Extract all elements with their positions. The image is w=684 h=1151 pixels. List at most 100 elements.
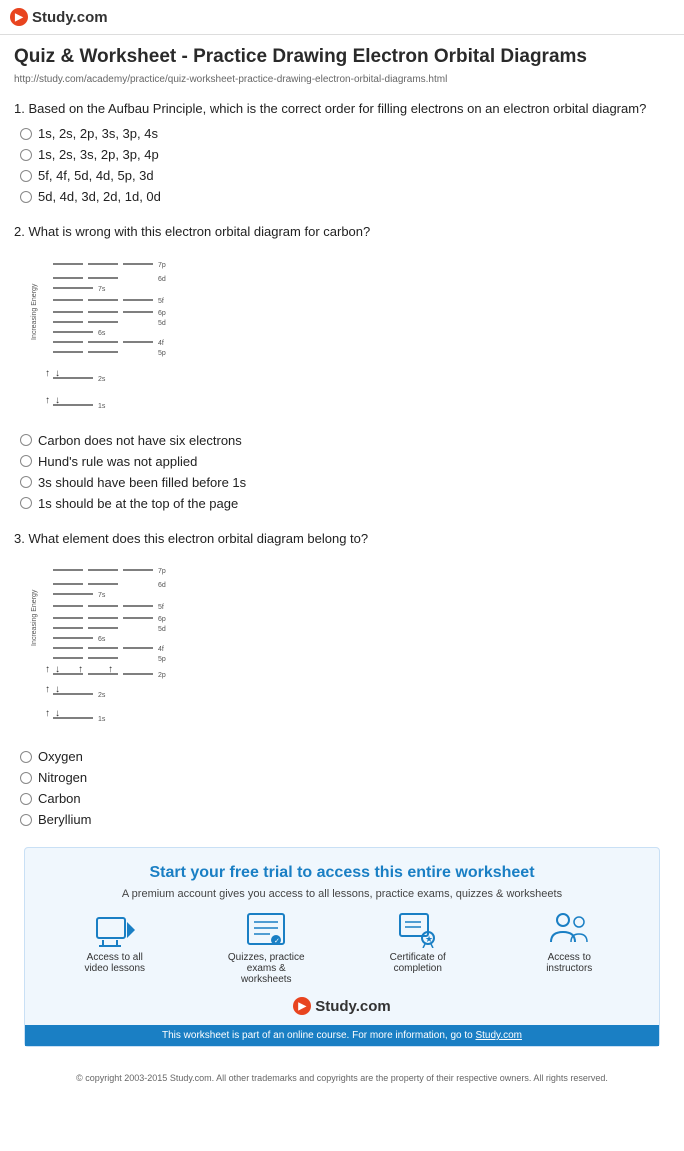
radio-button[interactable] xyxy=(20,751,32,763)
svg-text:4f: 4f xyxy=(158,646,164,653)
logo-icon: ▶ xyxy=(10,8,28,26)
svg-text:↓: ↓ xyxy=(55,395,60,406)
radio-button[interactable] xyxy=(20,793,32,805)
svg-text:↑: ↑ xyxy=(45,395,50,406)
oxygen-orbital-diagram: Increasing Energy 7p 6d 7s 5f xyxy=(28,556,228,741)
banner-text: This worksheet is part of an online cour… xyxy=(162,1030,473,1041)
promo-banner: This worksheet is part of an online cour… xyxy=(25,1025,659,1046)
promo-logo-icon: ▶ xyxy=(293,997,311,1015)
list-item[interactable]: Carbon does not have six electrons xyxy=(20,433,670,448)
question-1-number: 1. xyxy=(14,101,28,116)
option-label: Oxygen xyxy=(38,749,83,764)
svg-text:7p: 7p xyxy=(158,262,166,269)
radio-button[interactable] xyxy=(20,455,32,467)
logo-text: Study.com xyxy=(32,9,108,26)
svg-text:1s: 1s xyxy=(98,403,106,410)
question-1-text: 1. Based on the Aufbau Principle, which … xyxy=(14,99,670,119)
option-label: Hund's rule was not applied xyxy=(38,454,197,469)
option-label: 1s should be at the top of the page xyxy=(38,496,238,511)
svg-text:↑: ↑ xyxy=(45,368,50,379)
promo-logo: ▶ Study.com xyxy=(39,997,645,1015)
svg-text:5f: 5f xyxy=(158,298,164,305)
svg-text:6d: 6d xyxy=(158,582,166,589)
svg-text:↑: ↑ xyxy=(45,708,50,719)
banner-link[interactable]: Study.com xyxy=(475,1030,522,1041)
list-item[interactable]: 3s should have been filled before 1s xyxy=(20,475,670,490)
quiz-icon: ✓ xyxy=(246,912,286,948)
svg-text:↑: ↑ xyxy=(45,684,50,695)
diagram-svg-2: Increasing Energy 7p 6d 7s 5f xyxy=(28,556,223,741)
list-item[interactable]: Hund's rule was not applied xyxy=(20,454,670,469)
option-label: Carbon xyxy=(38,791,81,806)
list-item[interactable]: Carbon xyxy=(20,791,670,806)
svg-text:2s: 2s xyxy=(98,376,106,383)
svg-text:↓: ↓ xyxy=(55,684,60,695)
svg-text:Increasing Energy: Increasing Energy xyxy=(31,283,38,340)
option-label: 5d, 4d, 3d, 2d, 1d, 0d xyxy=(38,189,161,204)
svg-text:1s: 1s xyxy=(98,716,106,723)
svg-text:6s: 6s xyxy=(98,636,106,643)
cert-icon: ★ xyxy=(398,912,438,948)
header: ▶ Study.com xyxy=(0,0,684,35)
svg-text:↑: ↑ xyxy=(45,664,50,675)
instructor-label: Access toinstructors xyxy=(546,952,592,974)
svg-text:★: ★ xyxy=(425,934,433,944)
svg-text:5d: 5d xyxy=(158,320,166,327)
promo-features: Access to allvideo lessons ✓ Quizzes, pr… xyxy=(39,912,645,985)
radio-button[interactable] xyxy=(20,128,32,140)
svg-text:5d: 5d xyxy=(158,626,166,633)
list-item[interactable]: 1s, 2s, 3s, 2p, 3p, 4p xyxy=(20,147,670,162)
svg-text:6s: 6s xyxy=(98,330,106,337)
radio-button[interactable] xyxy=(20,497,32,509)
copyright-text: © copyright 2003-2015 Study.com. All oth… xyxy=(24,1067,660,1089)
list-item[interactable]: 1s should be at the top of the page xyxy=(20,496,670,511)
svg-text:7p: 7p xyxy=(158,568,166,575)
list-item[interactable]: 5f, 4f, 5d, 4d, 5p, 3d xyxy=(20,168,670,183)
question-2-number: 2. xyxy=(14,224,28,239)
promo-logo-text: Study.com xyxy=(315,998,391,1015)
svg-text:4f: 4f xyxy=(158,340,164,347)
radio-button[interactable] xyxy=(20,772,32,784)
radio-button[interactable] xyxy=(20,476,32,488)
svg-text:↑: ↑ xyxy=(78,664,83,675)
option-label: Nitrogen xyxy=(38,770,87,785)
option-label: 1s, 2s, 3s, 2p, 3p, 4p xyxy=(38,147,159,162)
list-item[interactable]: 1s, 2s, 2p, 3s, 3p, 4s xyxy=(20,126,670,141)
list-item[interactable]: Nitrogen xyxy=(20,770,670,785)
radio-button[interactable] xyxy=(20,149,32,161)
question-2: 2. What is wrong with this electron orbi… xyxy=(14,222,670,511)
option-label: 1s, 2s, 2p, 3s, 3p, 4s xyxy=(38,126,158,141)
radio-button[interactable] xyxy=(20,170,32,182)
svg-text:2s: 2s xyxy=(98,692,106,699)
list-item[interactable]: Beryllium xyxy=(20,812,670,827)
quiz-label: Quizzes, practiceexams & worksheets xyxy=(226,952,306,985)
promo-title: Start your free trial to access this ent… xyxy=(39,864,645,882)
promo-feature-instructor: Access toinstructors xyxy=(529,912,609,985)
radio-button[interactable] xyxy=(20,191,32,203)
question-1-options: 1s, 2s, 2p, 3s, 3p, 4s 1s, 2s, 3s, 2p, 3… xyxy=(14,126,670,204)
svg-text:6p: 6p xyxy=(158,616,166,623)
svg-text:5p: 5p xyxy=(158,350,166,357)
svg-text:7s: 7s xyxy=(98,286,106,293)
promo-feature-cert: ★ Certificate ofcompletion xyxy=(378,912,458,985)
question-1: 1. Based on the Aufbau Principle, which … xyxy=(14,99,670,205)
list-item[interactable]: 5d, 4d, 3d, 2d, 1d, 0d xyxy=(20,189,670,204)
option-label: Carbon does not have six electrons xyxy=(38,433,242,448)
promo-subtitle: A premium account gives you access to al… xyxy=(39,888,645,900)
promo-box: Start your free trial to access this ent… xyxy=(24,847,660,1047)
question-2-options: Carbon does not have six electrons Hund'… xyxy=(14,433,670,511)
question-3-number: 3. xyxy=(14,531,28,546)
svg-text:6d: 6d xyxy=(158,276,166,283)
radio-button[interactable] xyxy=(20,434,32,446)
svg-text:↓: ↓ xyxy=(55,708,60,719)
svg-text:5p: 5p xyxy=(158,656,166,663)
page-url: http://study.com/academy/practice/quiz-w… xyxy=(14,74,670,85)
list-item[interactable]: Oxygen xyxy=(20,749,670,764)
video-label: Access to allvideo lessons xyxy=(84,952,145,974)
radio-button[interactable] xyxy=(20,814,32,826)
instructor-icon xyxy=(549,912,589,948)
promo-feature-quiz: ✓ Quizzes, practiceexams & worksheets xyxy=(226,912,306,985)
question-3: 3. What element does this electron orbit… xyxy=(14,529,670,828)
page-title: Quiz & Worksheet - Practice Drawing Elec… xyxy=(14,45,670,70)
svg-text:↓: ↓ xyxy=(55,664,60,675)
